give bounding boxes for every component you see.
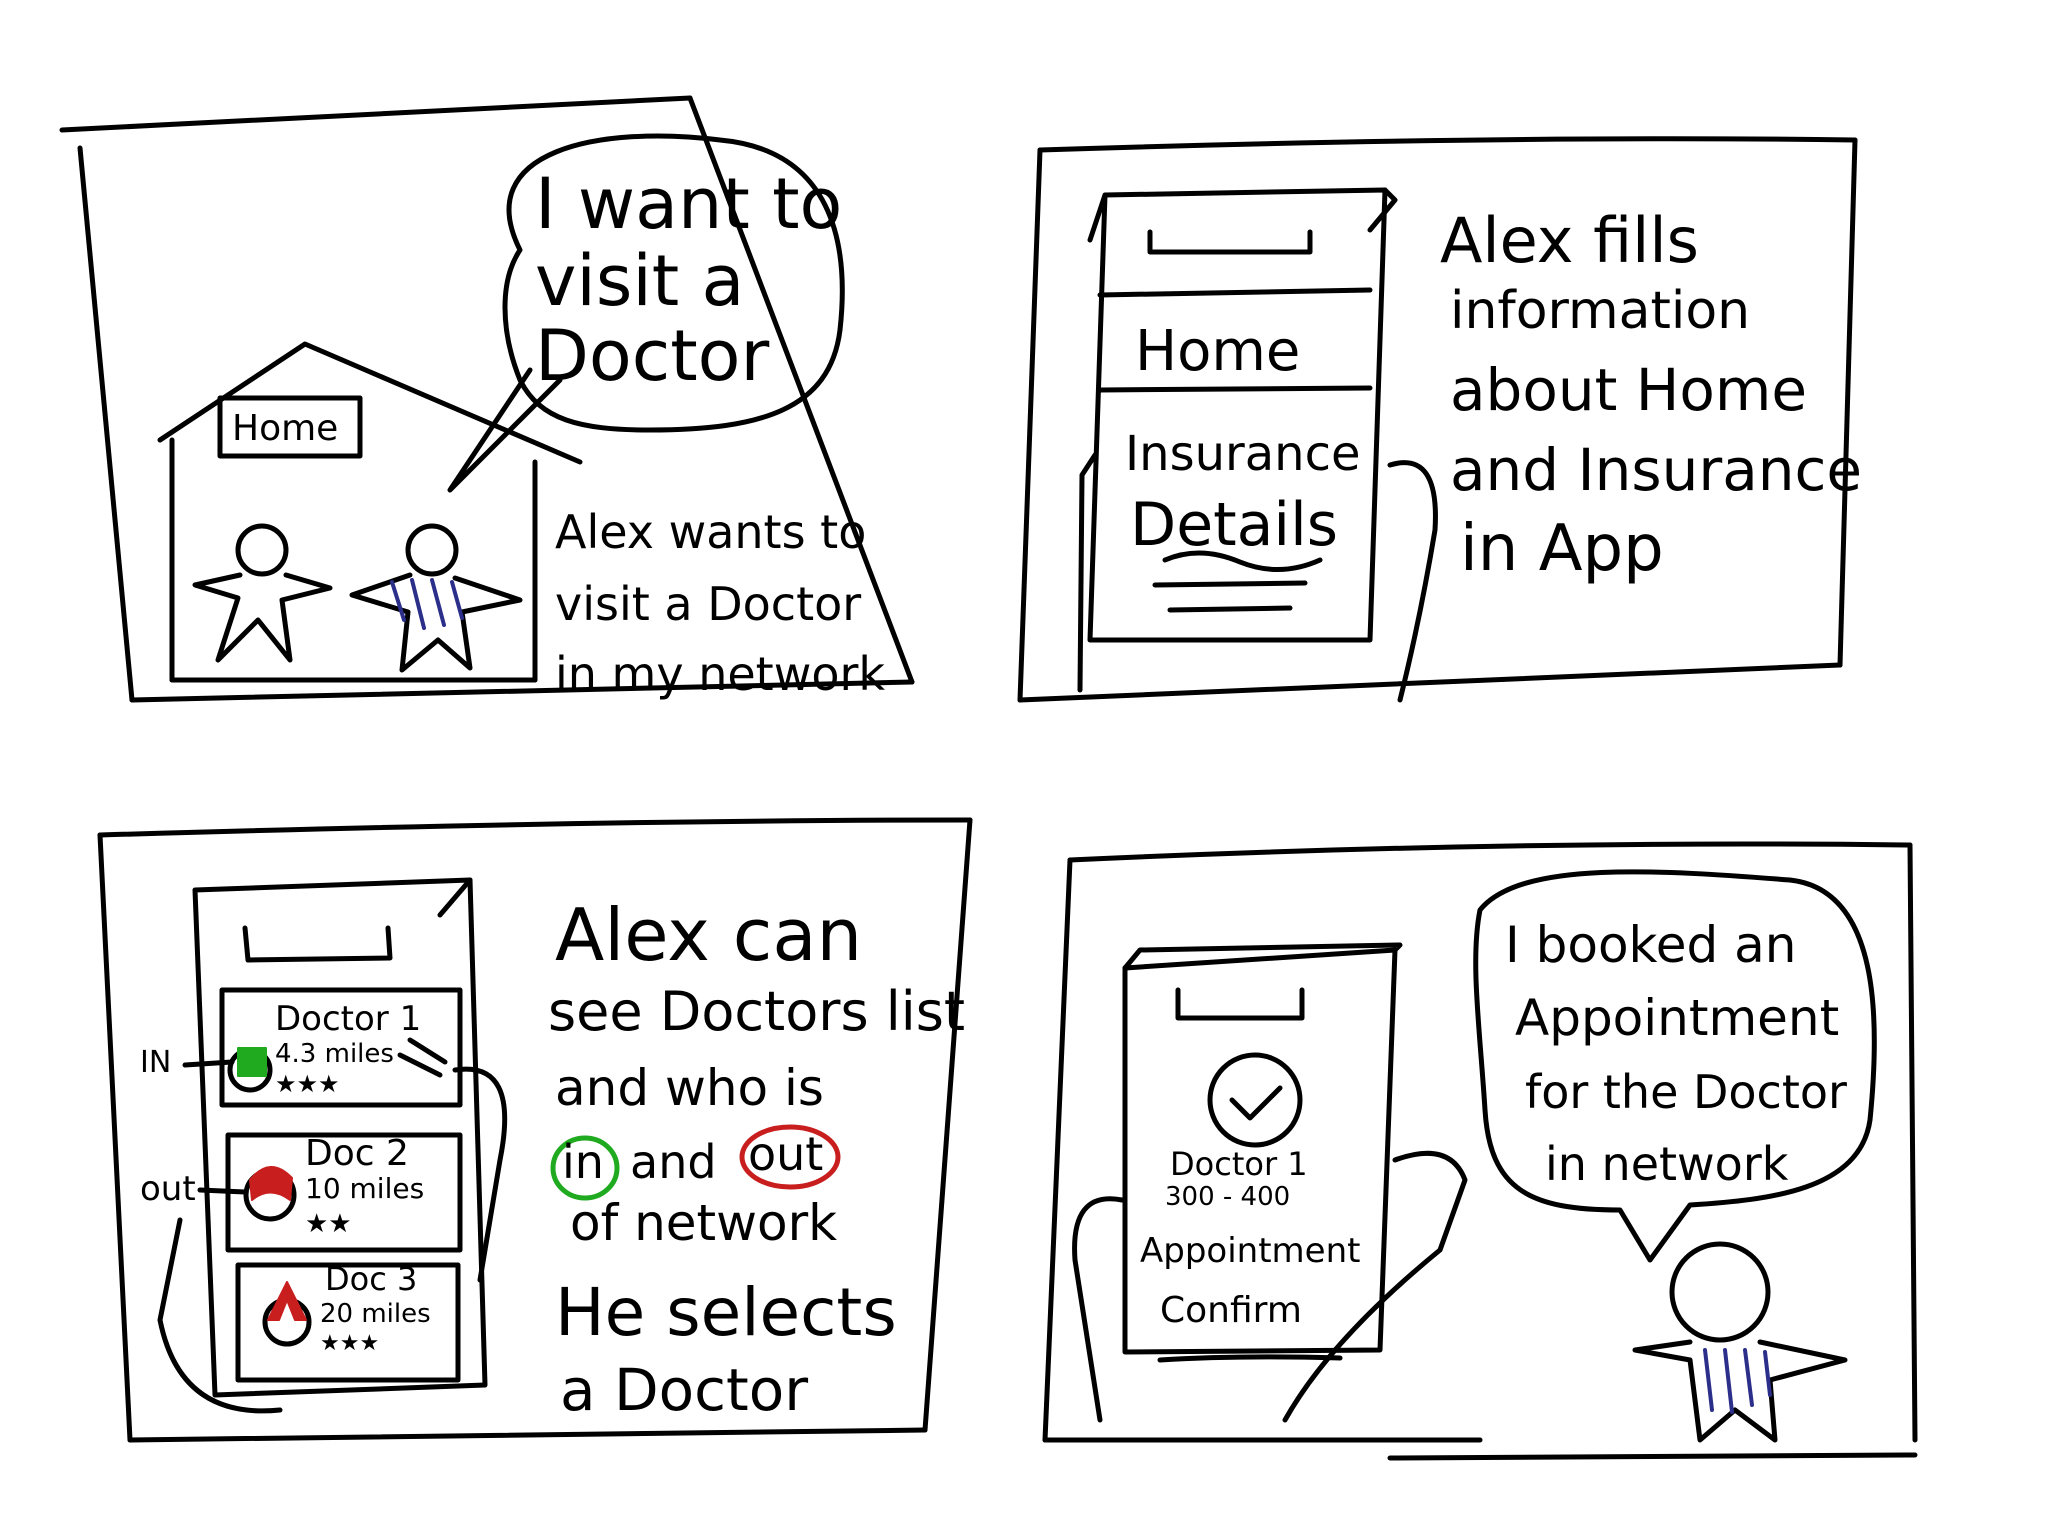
phone-4-confirm-label: Confirm	[1160, 1290, 1302, 1331]
doctor-3-rating: ★★★	[320, 1331, 379, 1356]
house-outline	[157, 341, 583, 683]
check-mark-icon	[1229, 1085, 1283, 1121]
panel-1-caption-line-1: Alex wants to	[555, 505, 866, 559]
panel-2-caption-line-2: information	[1450, 281, 1750, 341]
panel-3-word-out: out	[748, 1127, 823, 1181]
phone-2-details-label: Details	[1130, 490, 1338, 560]
alex-figure-4	[1632, 1241, 1848, 1443]
storyboard-canvas: I want to visit a Doctor Home Alex wants…	[59, 95, 1918, 1461]
alex-shirt-hatching-4	[1703, 1348, 1772, 1414]
panel-2-caption-line-1: Alex fills	[1440, 204, 1699, 277]
panel-1-speech-line-2: visit a	[535, 240, 744, 322]
doctor-2-name: Doc 2	[305, 1133, 409, 1174]
doctor-1-in-marker	[237, 1047, 267, 1077]
panel-2-caption-line-5: in App	[1460, 512, 1664, 586]
phone-2	[1087, 187, 1398, 643]
doctor-2-status: out	[140, 1169, 196, 1209]
panel-3-caption-line-1: Alex can	[555, 893, 862, 977]
panel-1-caption-line-2: visit a Doctor	[555, 577, 861, 631]
check-circle-icon	[1207, 1052, 1303, 1148]
phone-2-home-label: Home	[1135, 319, 1300, 384]
phone-4-doctor-name: Doctor 1	[1170, 1145, 1308, 1183]
panel-1-speech-line-1: I want to	[535, 163, 842, 245]
in-arrow	[182, 1059, 235, 1068]
alex-shirt-hatching	[390, 578, 464, 630]
panel-2-caption-line-3: about Home	[1450, 356, 1807, 424]
selection-lines	[397, 1037, 448, 1078]
doctor-3-name: Doc 3	[325, 1260, 417, 1298]
doctor-3-avatar	[262, 1297, 312, 1347]
home-sign-label: Home	[232, 408, 338, 449]
panel-3-caption-line-3: and who is	[555, 1059, 824, 1117]
panel-4-speech-line-4: in network	[1545, 1137, 1789, 1191]
phone-4-appointment-label: Appointment	[1140, 1231, 1360, 1271]
doctor-1-distance: 4.3 miles	[275, 1039, 394, 1069]
doctor-3-distance: 20 miles	[320, 1299, 431, 1329]
phone-2-insurance-label: Insurance	[1125, 426, 1361, 482]
panel-3-caption-line-2: see Doctors list	[548, 980, 965, 1043]
panel-4-speech-line-2: Appointment	[1515, 989, 1839, 1047]
doctor-3-out-marker	[267, 1281, 307, 1321]
out-arrow	[197, 1187, 248, 1195]
panel-3-word-and: and	[630, 1135, 717, 1189]
panel-3-caption-line-7: a Doctor	[560, 1356, 808, 1424]
panel-3-word-in: in	[562, 1135, 604, 1189]
panel-2-caption-line-4: and Insurance	[1450, 436, 1862, 504]
doctor-2-rating: ★★	[305, 1209, 352, 1239]
panel-3-caption-line-6: He selects	[555, 1274, 897, 1351]
panel-1-caption-line-3: in my network	[555, 647, 885, 701]
doctor-2-out-marker	[249, 1166, 293, 1201]
panel-1-speech-line-3: Doctor	[535, 315, 769, 397]
doctor-1-status: IN	[140, 1045, 171, 1080]
panel-4-speech-line-1: I booked an	[1505, 916, 1796, 974]
doctor-1-name: Doctor 1	[275, 999, 421, 1039]
panel-4-speech-line-3: for the Doctor	[1525, 1065, 1847, 1119]
panel-3-caption-line-5: of network	[570, 1194, 837, 1252]
phone-4-time: 300 - 400	[1165, 1182, 1290, 1212]
doctor-2-distance: 10 miles	[305, 1172, 424, 1205]
friend-figure	[192, 523, 333, 663]
doctor-1-rating: ★★★	[275, 1070, 340, 1098]
